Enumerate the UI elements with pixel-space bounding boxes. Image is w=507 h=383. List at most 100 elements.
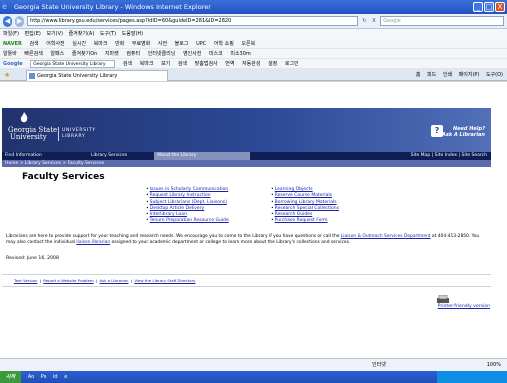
link-purchase-request[interactable]: Purchase Request Form xyxy=(271,218,339,224)
taskbar-item[interactable]: e xyxy=(64,374,67,380)
taskbar: 시작 Ao Ps Id e xyxy=(0,371,507,383)
utility-links: Site Map | Site Index | Site Search xyxy=(411,152,487,160)
toolbar-item[interactable]: 검색 xyxy=(178,61,187,67)
toolbar-item[interactable]: 컴퓨터 xyxy=(126,51,140,57)
toolbar-item[interactable]: 오픈북 xyxy=(241,41,255,47)
back-button[interactable]: ◀ xyxy=(3,15,13,27)
link-borrowing[interactable]: Borrowing Library Materials xyxy=(271,200,339,206)
close-button[interactable]: X xyxy=(495,2,505,12)
logo-divider xyxy=(58,127,59,141)
altoolbar: 알툴바 빠른검색 알패스 즐겨찾기On 지마켓 컴퓨터 인터넷클리닝 영인사전 … xyxy=(0,49,507,59)
toolbar-item[interactable]: 만화 xyxy=(115,41,124,47)
logo-university: University xyxy=(10,133,47,141)
feeds-button[interactable]: 피드 xyxy=(427,72,436,78)
staff-directory-link[interactable]: View the Library Staff Directory xyxy=(134,278,195,283)
toolbar-item[interactable]: 검색 xyxy=(123,61,132,67)
toolbar-item[interactable]: 어학사전 xyxy=(46,41,64,47)
liaison-librarian-link[interactable]: liaison librarian xyxy=(76,240,110,245)
toolbar-item[interactable]: 북마크 xyxy=(94,41,108,47)
toolbar-item[interactable]: 북마크 xyxy=(140,61,154,67)
toolbar-item[interactable]: 미소30m xyxy=(230,51,250,57)
link-reserve-materials[interactable]: Reserve Course Materials xyxy=(271,193,339,199)
toolbar-item[interactable]: UPC xyxy=(196,41,206,47)
site-index-link[interactable]: Site Index xyxy=(435,153,457,158)
toolbar-item[interactable]: 자동완성 xyxy=(242,61,260,67)
minimize-button[interactable]: _ xyxy=(473,2,483,12)
page-menu[interactable]: 페이지(P) xyxy=(459,72,480,78)
toolbar-item[interactable]: 로그인 xyxy=(285,61,299,67)
intro-paragraph: Librarians are here to provide support f… xyxy=(6,234,488,246)
breadcrumb[interactable]: Home > Library Services > Faculty Servic… xyxy=(2,160,491,167)
revised-date: Revised: June 16, 2008 xyxy=(6,256,59,261)
address-bar: ◀ ▶ http://www.library.gsu.edu/services/… xyxy=(0,14,507,29)
toolbar-item[interactable]: 지마켓 xyxy=(105,51,119,57)
toolbar-item[interactable]: 실시간 xyxy=(72,41,86,47)
tab-label: Georgia State University Library xyxy=(37,73,118,79)
toolbar-item[interactable]: 알패스 xyxy=(50,51,64,57)
tab-active[interactable]: Georgia State University Library xyxy=(26,70,168,81)
menu-favorites[interactable]: 즐겨찾기(A) xyxy=(69,31,95,37)
site-search-link[interactable]: Site Search xyxy=(461,153,487,158)
site-container: Georgia State University UNIVERSITY LIBR… xyxy=(2,108,491,358)
menu-edit[interactable]: 편집(E) xyxy=(25,31,41,37)
system-tray xyxy=(437,371,507,383)
menu-view[interactable]: 보기(V) xyxy=(46,31,63,37)
print-button[interactable]: 인쇄 xyxy=(443,72,452,78)
stop-button[interactable]: X xyxy=(371,17,378,26)
logo-university-library: UNIVERSITY LIBRARY xyxy=(62,128,96,140)
start-button[interactable]: 시작 xyxy=(0,371,22,383)
toolbar-item[interactable]: 알툴바 xyxy=(3,51,17,57)
link-tenure-guide[interactable]: Tenure Preparation Resource Guide xyxy=(146,218,229,224)
toolbar-item[interactable]: 미스코 xyxy=(209,51,223,57)
footer-separator: | xyxy=(39,278,41,283)
toolbar-item[interactable]: 영인사전 xyxy=(183,51,201,57)
taskbar-item[interactable]: Id xyxy=(53,374,58,380)
toolbar-item[interactable]: 즐겨찾기On xyxy=(72,51,98,57)
site-map-link[interactable]: Site Map xyxy=(411,153,431,158)
google-logo: Google xyxy=(3,61,23,67)
forward-button[interactable]: ▶ xyxy=(15,15,25,27)
toolbar-item[interactable]: 인터넷클리닝 xyxy=(148,51,176,57)
url-input[interactable]: http://www.library.gsu.edu/services/page… xyxy=(27,16,359,26)
nav-library-services[interactable]: Library Services xyxy=(88,152,130,160)
menu-help[interactable]: 도움말(H) xyxy=(122,31,143,37)
status-bar: 인터넷 100% xyxy=(0,358,507,371)
liaison-outreach-link[interactable]: Liaison & Outreach Services Department xyxy=(341,234,431,239)
title-bar: e Georgia State University Library - Win… xyxy=(0,0,507,14)
favorites-star-icon[interactable]: ★ xyxy=(4,70,10,80)
link-subject-librarians[interactable]: Subject Librarians (Dept. Liaisons) xyxy=(146,200,229,206)
maximize-button[interactable]: □ xyxy=(484,2,494,12)
site-header: Georgia State University UNIVERSITY LIBR… xyxy=(2,108,491,152)
toolbar-item[interactable]: 검색 xyxy=(29,41,38,47)
menu-tools[interactable]: 도구(T) xyxy=(100,31,116,37)
nav-find-information[interactable]: Find Information xyxy=(2,152,45,160)
toolbar-item[interactable]: 맞춤법검사 xyxy=(195,61,218,67)
printer-friendly-link[interactable]: Printer-friendly version xyxy=(438,304,490,309)
toolbar-item[interactable]: 보기 xyxy=(161,61,170,67)
home-button[interactable]: 홈 xyxy=(416,72,421,78)
toolbar-item[interactable]: 빠른검색 xyxy=(24,51,42,57)
search-input[interactable]: Google xyxy=(380,16,504,26)
divider xyxy=(2,274,491,275)
toolbar-item[interactable]: 사전 xyxy=(158,41,167,47)
zoom-level[interactable]: 100% xyxy=(487,359,501,371)
printer-icon[interactable] xyxy=(436,295,450,304)
text-version-link[interactable]: Text Version xyxy=(14,278,37,283)
divider xyxy=(2,286,491,287)
toolbar-item[interactable]: 어학 쇼핑 xyxy=(214,41,234,47)
taskbar-item[interactable]: Ps xyxy=(41,374,47,380)
toolbar-item[interactable]: 번역 xyxy=(225,61,234,67)
ask-librarian-link[interactable]: Need Help? Ask A Librarian xyxy=(442,126,485,138)
menu-file[interactable]: 파일(F) xyxy=(3,31,19,37)
toolbar-item[interactable]: 무료영화 xyxy=(132,41,150,47)
taskbar-item[interactable]: Ao xyxy=(28,374,34,380)
toolbar-item[interactable]: 블로그 xyxy=(175,41,189,47)
tools-menu[interactable]: 도구(O) xyxy=(486,72,503,78)
toolbar-item[interactable]: 설정 xyxy=(268,61,277,67)
report-problem-link[interactable]: Report a Website Problem xyxy=(43,278,93,283)
ask-librarian-footer-link[interactable]: Ask a Librarian xyxy=(99,278,128,283)
google-search-input[interactable]: Georgia State University Library xyxy=(30,59,116,68)
refresh-button[interactable]: ↻ xyxy=(361,17,368,26)
nav-about-library[interactable]: About the Library xyxy=(154,152,250,160)
footer-separator: | xyxy=(130,278,133,283)
